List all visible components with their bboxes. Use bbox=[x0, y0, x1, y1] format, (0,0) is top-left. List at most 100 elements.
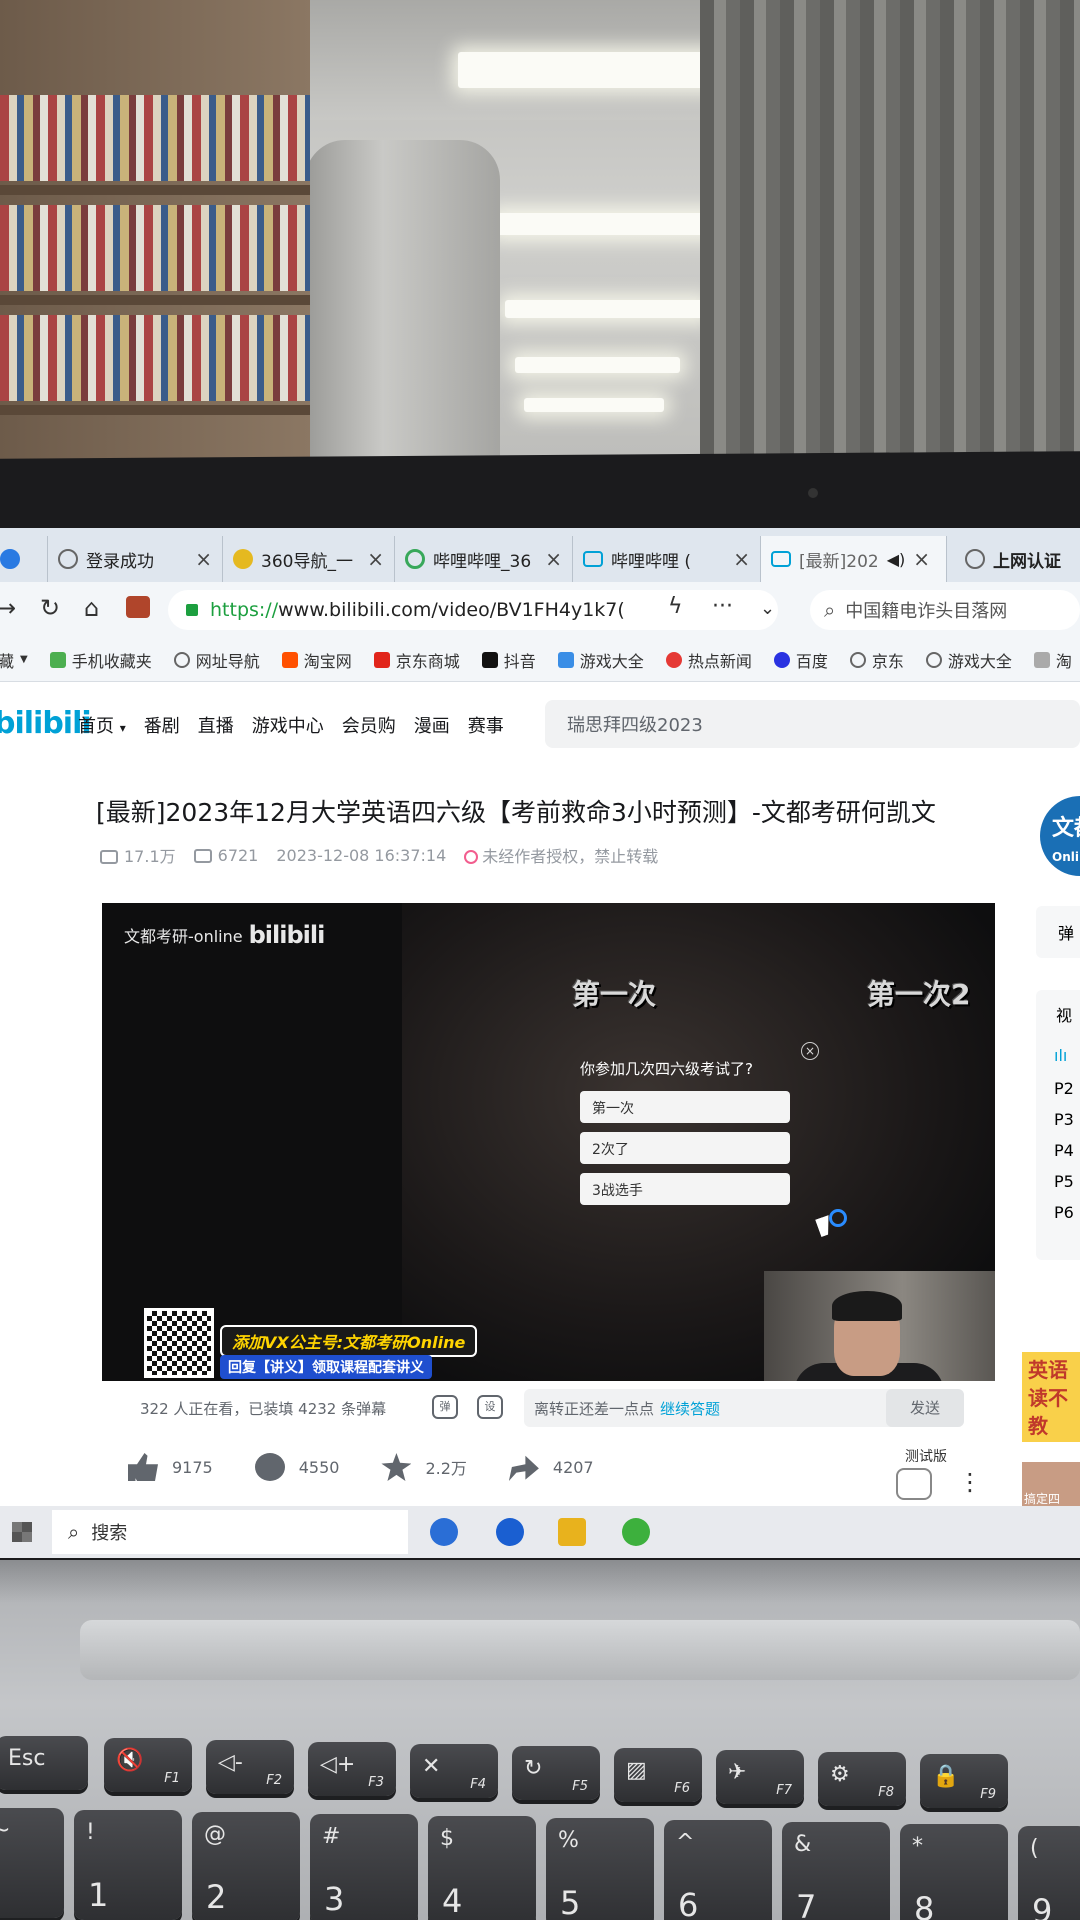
video-player[interactable]: 文都考研-online bilibili 第一次 第一次2 × 你参加几次四六级… bbox=[102, 903, 995, 1381]
key-f8[interactable]: ⚙ F8 bbox=[818, 1752, 906, 1806]
close-icon[interactable]: × bbox=[367, 547, 384, 571]
taskbar-search[interactable]: ⌕ 搜索 bbox=[52, 1510, 408, 1554]
part-item[interactable]: P6 bbox=[1036, 1197, 1080, 1228]
key-esc[interactable]: Esc bbox=[0, 1736, 88, 1790]
key-f6[interactable]: ▨ F6 bbox=[614, 1748, 702, 1802]
address-bar[interactable]: https:// www.bilibili.com/video/BV1FH4y1… bbox=[168, 590, 778, 630]
quiz-option[interactable]: 3战选手 bbox=[580, 1173, 790, 1205]
nav-mall[interactable]: 会员购 bbox=[342, 712, 396, 738]
key-5[interactable]: % 5 bbox=[546, 1818, 654, 1920]
close-icon[interactable]: × bbox=[733, 547, 750, 571]
bookmark-label: 游戏大全 bbox=[579, 651, 644, 671]
bookmark-item[interactable]: 游戏大全 bbox=[925, 648, 1012, 672]
bookmark-item[interactable]: 淘 bbox=[1033, 648, 1072, 672]
bookmark-item[interactable]: 游戏大全 bbox=[557, 648, 644, 672]
danmaku-input[interactable]: 离转正还差一点点 继续答题 发送 bbox=[524, 1389, 964, 1427]
nav-live[interactable]: 直播 bbox=[198, 712, 234, 738]
continue-quiz-link[interactable]: 继续答题 bbox=[660, 1400, 720, 1418]
key-4[interactable]: $4 bbox=[428, 1816, 536, 1920]
key-f7[interactable]: ✈ F7 bbox=[716, 1750, 804, 1804]
key-7[interactable]: & 7 bbox=[782, 1822, 890, 1920]
nav-game-center[interactable]: 游戏中心 bbox=[252, 712, 324, 738]
favorite-button[interactable]: 2.2万 bbox=[381, 1453, 467, 1481]
quiz-option[interactable]: 第一次 bbox=[580, 1091, 790, 1123]
browser-search-box[interactable]: ⌕ 中国籍电诈头目落网 bbox=[810, 590, 1080, 630]
windows-start-icon[interactable] bbox=[12, 1522, 32, 1542]
tab-login-success[interactable]: 登录成功 × bbox=[48, 536, 223, 582]
bookmark-item[interactable]: 京东 bbox=[849, 648, 904, 672]
key-2[interactable]: @2 bbox=[192, 1812, 300, 1920]
nav-esports[interactable]: 赛事 bbox=[468, 712, 504, 738]
bookmark-item[interactable]: 淘宝网 bbox=[281, 648, 352, 672]
quiz-option[interactable]: 2次了 bbox=[580, 1132, 790, 1164]
quiz-close-icon[interactable]: × bbox=[801, 1042, 819, 1060]
key-6[interactable]: ^ 6 bbox=[664, 1820, 772, 1920]
send-button[interactable]: 发送 bbox=[886, 1389, 964, 1427]
ceiling-light bbox=[524, 398, 664, 412]
lightning-icon[interactable]: ϟ bbox=[668, 594, 683, 619]
nav-bangumi[interactable]: 番剧 bbox=[144, 712, 180, 738]
part-item[interactable]: P4 bbox=[1036, 1135, 1080, 1166]
tab-current-video[interactable]: [最新]202 ◀) × bbox=[761, 536, 947, 582]
360-browser-app-icon[interactable] bbox=[496, 1518, 524, 1546]
tab-partial[interactable] bbox=[0, 536, 48, 582]
bookmark-item[interactable]: 网址导航 bbox=[173, 648, 260, 672]
part-item[interactable]: P5 bbox=[1036, 1166, 1080, 1197]
briefcase-icon[interactable] bbox=[126, 596, 150, 618]
key-9[interactable]: (9 bbox=[1018, 1826, 1080, 1920]
ie-browser-icon[interactable] bbox=[430, 1518, 458, 1546]
sidebar-ad[interactable]: 英语 读不 教 bbox=[1022, 1352, 1080, 1442]
more-icon[interactable]: ··· bbox=[712, 594, 733, 619]
coin-button[interactable]: 4550 bbox=[254, 1453, 339, 1481]
tab-360-nav[interactable]: 360导航_一 × bbox=[223, 536, 395, 582]
bookmark-item[interactable]: 热点新闻 bbox=[665, 648, 752, 672]
key-f3[interactable]: ◁+ F3 bbox=[308, 1742, 396, 1796]
bookmark-item[interactable]: 京东商城 bbox=[373, 648, 460, 672]
uploader-avatar[interactable]: 文都 Online bbox=[1040, 796, 1080, 876]
file-explorer-icon[interactable] bbox=[558, 1518, 586, 1546]
part-item[interactable]: P2 bbox=[1036, 1073, 1080, 1104]
danmaku-panel-tab[interactable]: 弹 bbox=[1036, 906, 1080, 958]
key-1[interactable]: ! 1 bbox=[74, 1810, 182, 1920]
assistant-robot-icon[interactable] bbox=[896, 1468, 932, 1500]
360-icon bbox=[233, 549, 253, 569]
key-8[interactable]: * 8 bbox=[900, 1824, 1008, 1920]
part-item[interactable]: P3 bbox=[1036, 1104, 1080, 1135]
tab-bilibili[interactable]: 哔哩哔哩 ( × bbox=[573, 536, 761, 582]
thumbs-up-icon bbox=[128, 1453, 158, 1481]
key-backtick[interactable]: ~ bbox=[0, 1808, 64, 1918]
danmaku-settings-icon[interactable]: 设 bbox=[477, 1395, 503, 1419]
tab-bilibili-360[interactable]: 哔哩哔哩_36 × bbox=[395, 536, 573, 582]
refresh-icon[interactable]: ↻ bbox=[40, 594, 60, 622]
bookmark-item[interactable]: 手机收藏夹 bbox=[49, 648, 152, 672]
tab-net-auth[interactable]: 上网认证 bbox=[955, 536, 1080, 582]
bookmark-icon bbox=[1033, 651, 1050, 668]
key-f2[interactable]: ◁- F2 bbox=[206, 1740, 294, 1794]
key-f5[interactable]: ↻ F5 bbox=[512, 1746, 600, 1800]
bookshelf bbox=[0, 0, 310, 470]
chevron-down-icon[interactable]: ⌄ bbox=[760, 598, 775, 619]
more-vertical-icon[interactable]: ⋮ bbox=[958, 1468, 982, 1496]
key-3[interactable]: #3 bbox=[310, 1814, 418, 1920]
bookmark-item[interactable]: 百度 bbox=[773, 648, 828, 672]
bookmark-item[interactable]: 藏 ▼ bbox=[0, 648, 28, 672]
key-f1[interactable]: 🔇 F1 bbox=[104, 1738, 192, 1792]
bookmark-item[interactable]: 抖音 bbox=[481, 648, 536, 672]
key-f4[interactable]: ✕ F4 bbox=[410, 1744, 498, 1798]
key-f9[interactable]: 🔒 F9 bbox=[920, 1754, 1008, 1808]
speaker-icon[interactable]: ◀) bbox=[887, 550, 906, 569]
close-icon[interactable]: × bbox=[545, 547, 562, 571]
danmaku-toggle-icon[interactable]: 弹 bbox=[432, 1395, 458, 1419]
nav-manga[interactable]: 漫画 bbox=[414, 712, 450, 738]
forward-icon[interactable]: → bbox=[0, 594, 16, 622]
close-icon[interactable]: × bbox=[913, 547, 930, 571]
360-se-icon[interactable] bbox=[622, 1518, 650, 1546]
curtain bbox=[700, 0, 1080, 470]
site-search-input[interactable]: 瑞思拜四级2023 bbox=[545, 700, 1080, 748]
globe-icon bbox=[925, 651, 942, 668]
close-icon[interactable]: × bbox=[195, 547, 212, 571]
like-button[interactable]: 9175 bbox=[128, 1453, 213, 1481]
home-icon[interactable]: ⌂ bbox=[84, 594, 99, 622]
share-button[interactable]: 4207 bbox=[508, 1453, 594, 1481]
nav-home[interactable]: 首页 ▾ bbox=[78, 712, 126, 738]
